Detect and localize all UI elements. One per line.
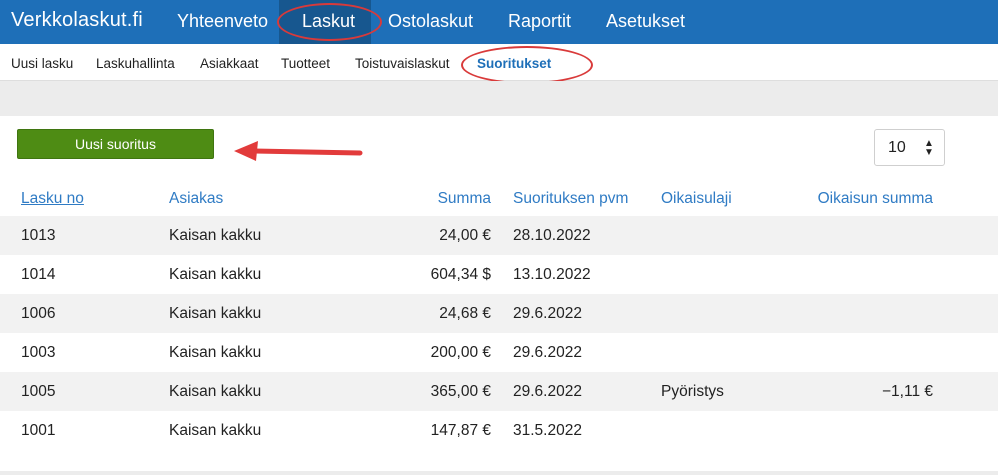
subnav-item-uusi-lasku[interactable]: Uusi lasku [11,56,73,71]
top-navigation-bar [0,0,998,44]
column-header-asiakas[interactable]: Asiakas [169,190,223,208]
highlight-oval-suoritukset [461,46,593,84]
cell-adjustment-amount: −1,11 € [882,383,933,400]
cell-invoice-no: 1001 [21,422,56,439]
cell-payment-date: 13.10.2022 [513,266,591,283]
new-payment-button[interactable]: Uusi suoritus [17,129,214,159]
table-row[interactable]: 1014 Kaisan kakku 604,34 $ 13.10.2022 [0,255,998,294]
table-row[interactable]: 1013 Kaisan kakku 24,00 € 28.10.2022 [0,216,998,255]
table-row[interactable]: 1003 Kaisan kakku 200,00 € 29.6.2022 [0,333,998,372]
cell-payment-date: 29.6.2022 [513,383,582,400]
cell-amount: 24,68 € [439,305,491,322]
brand-logo[interactable]: Verkkolaskut.fi [11,9,143,32]
cell-customer: Kaisan kakku [169,422,262,439]
page-size-value: 10 [888,139,906,156]
table-row[interactable]: 1005 Kaisan kakku 365,00 € 29.6.2022 Pyö… [0,372,998,411]
cell-invoice-no: 1003 [21,344,56,361]
cell-amount: 604,34 $ [430,266,491,283]
column-header-oikaisulaji[interactable]: Oikaisulaji [661,190,732,208]
subnav-item-tuotteet[interactable]: Tuotteet [281,56,330,71]
subnav-item-toistuvaislaskut[interactable]: Toistuvaislaskut [355,56,450,71]
cell-amount: 147,87 € [430,422,491,439]
cell-invoice-no: 1005 [21,383,56,400]
column-header-suorituksen-pvm[interactable]: Suorituksen pvm [513,190,628,208]
cell-adjustment-type: Pyöristys [661,383,724,400]
nav-item-yhteenveto[interactable]: Yhteenveto [177,11,268,32]
cell-payment-date: 29.6.2022 [513,344,582,361]
cell-invoice-no: 1014 [21,266,56,283]
cell-customer: Kaisan kakku [169,383,262,400]
subnav-item-asiakkaat[interactable]: Asiakkaat [200,56,259,71]
table-row[interactable]: 1001 Kaisan kakku 147,87 € 31.5.2022 [0,411,998,450]
cell-payment-date: 31.5.2022 [513,422,582,439]
column-header-oikaisun-summa[interactable]: Oikaisun summa [790,190,933,208]
nav-item-asetukset[interactable]: Asetukset [606,11,685,32]
cell-invoice-no: 1006 [21,305,56,322]
highlight-oval-laskut [277,3,382,41]
select-caret-icon: ▲ ▼ [924,138,934,158]
cell-payment-date: 28.10.2022 [513,227,591,244]
cell-customer: Kaisan kakku [169,227,262,244]
cell-amount: 24,00 € [439,227,491,244]
cell-customer: Kaisan kakku [169,266,262,283]
page-size-select[interactable]: 10 ▲ ▼ [874,129,945,166]
subnav-item-laskuhallinta[interactable]: Laskuhallinta [96,56,175,71]
cell-customer: Kaisan kakku [169,305,262,322]
nav-item-ostolaskut[interactable]: Ostolaskut [388,11,473,32]
table-row[interactable]: 1006 Kaisan kakku 24,68 € 29.6.2022 [0,294,998,333]
column-header-lasku-no[interactable]: Lasku no [21,190,84,208]
cell-amount: 365,00 € [430,383,491,400]
page-spacer [0,81,998,116]
cell-customer: Kaisan kakku [169,344,262,361]
nav-item-raportit[interactable]: Raportit [508,11,571,32]
column-header-summa[interactable]: Summa [380,190,491,208]
annotation-arrow-icon [234,141,363,161]
cell-payment-date: 29.6.2022 [513,305,582,322]
cell-invoice-no: 1013 [21,227,56,244]
cell-amount: 200,00 € [430,344,491,361]
